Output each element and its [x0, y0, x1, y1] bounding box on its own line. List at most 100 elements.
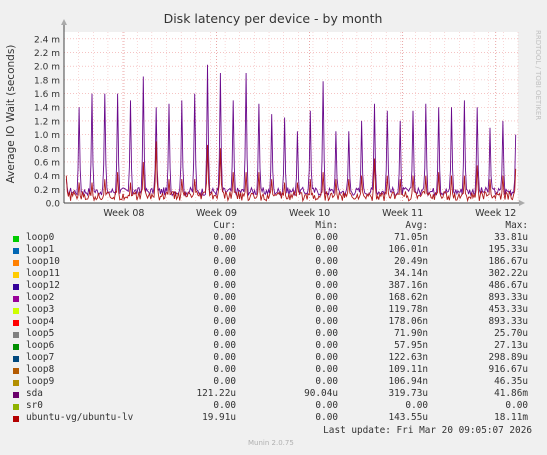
legend-avg-value: 71.90n: [394, 328, 428, 339]
legend-swatch: [13, 236, 19, 242]
legend-avg-value: 20.49n: [394, 256, 428, 267]
legend-max-value: 893.33u: [488, 292, 528, 303]
legend-avg-value: 387.16n: [388, 280, 428, 291]
legend-header-avg: Avg:: [405, 220, 428, 231]
x-tick-label: Week 08: [103, 208, 144, 219]
legend-cur-value: 0.00: [213, 400, 236, 411]
legend-min-value: 0.00: [315, 280, 338, 291]
y-tick-label: 1.8 m: [34, 76, 60, 86]
legend-swatch: [13, 368, 19, 374]
legend-header-min: Min:: [315, 220, 338, 231]
legend-max-value: 916.67u: [488, 364, 528, 375]
y-tick-label: 0.6 m: [34, 158, 60, 168]
legend-swatch: [13, 284, 19, 290]
legend-series-name: loop6: [26, 340, 55, 351]
legend-min-value: 0.00: [315, 376, 338, 387]
y-tick-label: 2.2 m: [34, 49, 60, 59]
watermark: RRDTOOL / TOBI OETIKER: [534, 30, 542, 120]
y-tick-label: 0.0: [46, 200, 61, 210]
x-tick-label: Week 11: [382, 208, 423, 219]
legend-min-value: 0.00: [315, 292, 338, 303]
legend-series-name: loop9: [26, 376, 55, 387]
legend-series-name: sda: [26, 388, 43, 399]
legend-avg-value: 178.06n: [388, 316, 428, 327]
legend-avg-value: 106.94n: [388, 376, 428, 387]
legend-cur-value: 121.22u: [196, 388, 236, 399]
legend-swatch: [13, 308, 19, 314]
legend-series-name: loop7: [26, 352, 55, 363]
chart: Disk latency per device - by month Avera…: [5, 11, 542, 219]
legend-cur-value: 0.00: [213, 316, 236, 327]
y-tick-label: 0.8 m: [34, 145, 60, 155]
y-tick-label: 1.6 m: [34, 90, 60, 100]
legend-max-value: 0.00: [505, 400, 528, 411]
munin-version: Munin 2.0.75: [248, 439, 294, 447]
legend-min-value: 0.00: [315, 328, 338, 339]
legend-cur-value: 0.00: [213, 280, 236, 291]
legend-max-value: 298.89u: [488, 352, 528, 363]
legend-max-value: 46.35u: [494, 376, 528, 387]
legend-avg-value: 106.01n: [388, 244, 428, 255]
legend-max-value: 18.11m: [494, 412, 528, 423]
y-tick-label: 0.2 m: [34, 186, 60, 196]
legend-series-name: loop3: [26, 304, 55, 315]
legend-cur-value: 0.00: [213, 340, 236, 351]
legend-series-name: loop4: [26, 316, 55, 327]
legend-cur-value: 0.00: [213, 304, 236, 315]
legend-series-name: ubuntu-vg/ubuntu-lv: [26, 412, 134, 423]
legend-swatch: [13, 416, 19, 422]
legend-series-name: loop10: [26, 256, 60, 267]
legend-cur-value: 0.00: [213, 328, 236, 339]
legend-max-value: 486.67u: [488, 280, 528, 291]
legend-min-value: 0.00: [315, 268, 338, 279]
legend-max-value: 195.33u: [488, 244, 528, 255]
legend-swatch: [13, 392, 19, 398]
legend-series-name: loop8: [26, 364, 55, 375]
legend-series-name: loop12: [26, 280, 60, 291]
legend-min-value: 0.00: [315, 316, 338, 327]
legend-min-value: 0.00: [315, 400, 338, 411]
legend-min-value: 0.00: [315, 340, 338, 351]
legend-min-value: 90.04u: [304, 388, 338, 399]
legend-min-value: 0.00: [315, 304, 338, 315]
legend-max-value: 186.67u: [488, 256, 528, 267]
y-axis-ticks: 0.0 0.2 m 0.4 m 0.6 m 0.8 m 1.0 m 1.2 m 1.4 m 1.…: [34, 35, 60, 209]
legend-header-max: Max:: [505, 220, 528, 231]
y-tick-label: 0.4 m: [34, 172, 60, 182]
legend-cur-value: 0.00: [213, 244, 236, 255]
legend-max-value: 33.81u: [494, 232, 528, 243]
legend-cur-value: 0.00: [213, 364, 236, 375]
legend-header-cur: Cur:: [213, 220, 236, 231]
legend-max-value: 25.70u: [494, 328, 528, 339]
legend-swatch: [13, 260, 19, 266]
legend-cur-value: 0.00: [213, 376, 236, 387]
legend-min-value: 0.00: [315, 412, 338, 423]
legend-swatch: [13, 248, 19, 254]
legend-avg-value: 122.63n: [388, 352, 428, 363]
legend-cur-value: 19.91u: [202, 412, 236, 423]
y-tick-label: 1.0 m: [34, 131, 60, 141]
legend-cur-value: 0.00: [213, 232, 236, 243]
y-tick-label: 1.2 m: [34, 117, 60, 127]
x-tick-label: Week 12: [475, 208, 516, 219]
y-tick-label: 1.4 m: [34, 104, 60, 114]
legend-min-value: 0.00: [315, 232, 338, 243]
legend-series-name: loop11: [26, 268, 60, 279]
legend-min-value: 0.00: [315, 256, 338, 267]
legend-max-value: 27.13u: [494, 340, 528, 351]
legend-series-name: loop5: [26, 328, 55, 339]
legend-avg-value: 34.14n: [394, 268, 428, 279]
legend-cur-value: 0.00: [213, 292, 236, 303]
legend-avg-value: 319.73u: [388, 388, 428, 399]
legend-avg-value: 119.78n: [388, 304, 428, 315]
legend-swatch: [13, 332, 19, 338]
legend-max-value: 41.86m: [494, 388, 528, 399]
legend-cur-value: 0.00: [213, 352, 236, 363]
legend-avg-value: 109.11n: [388, 364, 428, 375]
legend-series-name: sr0: [26, 400, 43, 411]
x-axis-ticks: Week 08 Week 09 Week 10 Week 11 Week 12: [103, 208, 516, 219]
legend-min-value: 0.00: [315, 352, 338, 363]
legend-max-value: 302.22u: [488, 268, 528, 279]
legend-avg-value: 0.00: [405, 400, 428, 411]
legend-avg-value: 168.62n: [388, 292, 428, 303]
